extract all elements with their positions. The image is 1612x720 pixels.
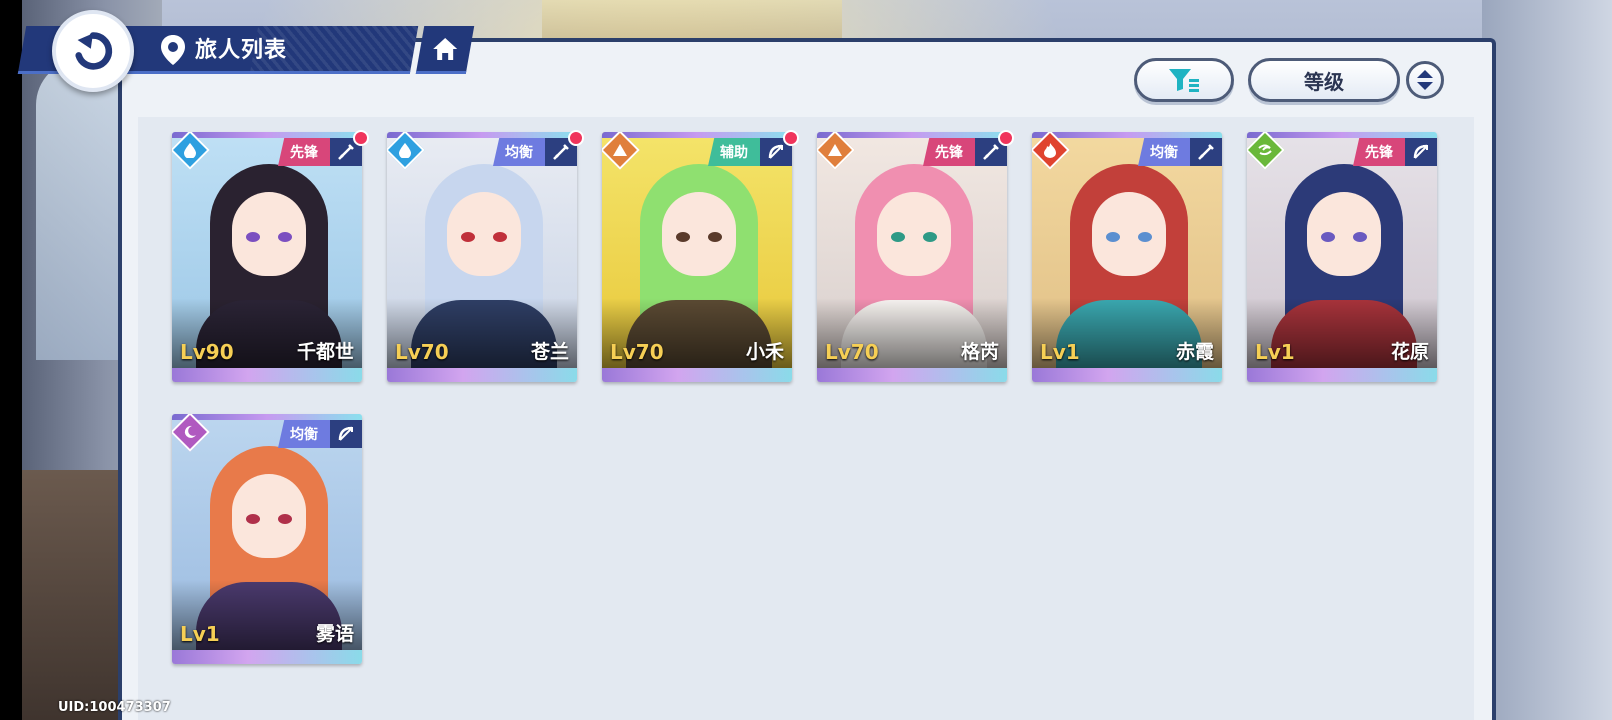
user-id-label: UID:100473307 bbox=[58, 700, 171, 715]
back-button[interactable] bbox=[52, 10, 134, 92]
bow-icon bbox=[1413, 144, 1428, 159]
fire-icon bbox=[1044, 143, 1056, 158]
sword-icon bbox=[338, 144, 354, 160]
bow-icon bbox=[768, 144, 783, 159]
role-badge: 均衡 bbox=[493, 138, 577, 166]
character-level: Lv70 bbox=[610, 340, 664, 364]
background-right-wall bbox=[1482, 0, 1612, 720]
sword-icon bbox=[553, 144, 569, 160]
new-indicator-dot bbox=[353, 130, 369, 146]
new-indicator-dot bbox=[783, 130, 799, 146]
sword-icon bbox=[1198, 144, 1214, 160]
role-badge: 辅助 bbox=[708, 138, 792, 166]
water-icon bbox=[184, 143, 196, 158]
character-level: Lv70 bbox=[825, 340, 879, 364]
background-light bbox=[542, 0, 842, 40]
role-badge: 均衡 bbox=[278, 420, 362, 448]
home-button[interactable] bbox=[415, 26, 475, 74]
sort-order-icon bbox=[1417, 70, 1433, 90]
back-arrow-icon bbox=[75, 32, 113, 70]
character-card[interactable]: 均衡 Lv1 赤霞 bbox=[1032, 132, 1222, 382]
character-card[interactable]: 先锋 Lv90 千都世 bbox=[172, 132, 362, 382]
character-name: 苍兰 bbox=[530, 341, 569, 363]
character-name: 赤霞 bbox=[1175, 341, 1214, 363]
moon-icon bbox=[184, 425, 196, 438]
character-level: Lv1 bbox=[1255, 340, 1295, 364]
filter-button[interactable] bbox=[1134, 58, 1234, 102]
character-card[interactable]: 先锋 Lv70 格芮 bbox=[817, 132, 1007, 382]
character-name: 千都世 bbox=[296, 341, 354, 363]
page-title: 旅人列表 bbox=[195, 38, 288, 63]
character-name: 雾语 bbox=[315, 623, 354, 645]
character-card[interactable]: 均衡 Lv1 雾语 bbox=[172, 414, 362, 664]
filter-icon bbox=[1169, 69, 1199, 92]
home-icon bbox=[433, 37, 458, 60]
character-card[interactable]: 先锋 Lv1 花原 bbox=[1247, 132, 1437, 382]
background-window bbox=[36, 60, 126, 360]
character-name: 花原 bbox=[1390, 341, 1429, 363]
role-badge: 先锋 bbox=[278, 138, 362, 166]
location-pin-icon bbox=[161, 35, 185, 65]
new-indicator-dot bbox=[568, 130, 584, 146]
earth-icon bbox=[613, 144, 627, 156]
character-level: Lv1 bbox=[180, 622, 220, 646]
role-badge: 先锋 bbox=[1353, 138, 1437, 166]
role-badge: 先锋 bbox=[923, 138, 1007, 166]
sort-by-button[interactable]: 等级 bbox=[1248, 58, 1400, 102]
character-name: 小禾 bbox=[745, 341, 784, 363]
earth-icon bbox=[828, 144, 842, 156]
sort-order-toggle[interactable] bbox=[1406, 61, 1444, 99]
character-level: Lv70 bbox=[395, 340, 449, 364]
character-card[interactable]: 辅助 Lv70 小禾 bbox=[602, 132, 792, 382]
water-icon bbox=[399, 143, 411, 158]
bow-icon bbox=[338, 426, 353, 441]
character-name: 格芮 bbox=[960, 341, 999, 363]
character-card[interactable]: 均衡 Lv70 苍兰 bbox=[387, 132, 577, 382]
role-badge: 均衡 bbox=[1138, 138, 1222, 166]
new-indicator-dot bbox=[998, 130, 1014, 146]
character-level: Lv90 bbox=[180, 340, 234, 364]
sword-icon bbox=[983, 144, 999, 160]
wind-icon bbox=[1258, 144, 1272, 156]
character-level: Lv1 bbox=[1040, 340, 1080, 364]
